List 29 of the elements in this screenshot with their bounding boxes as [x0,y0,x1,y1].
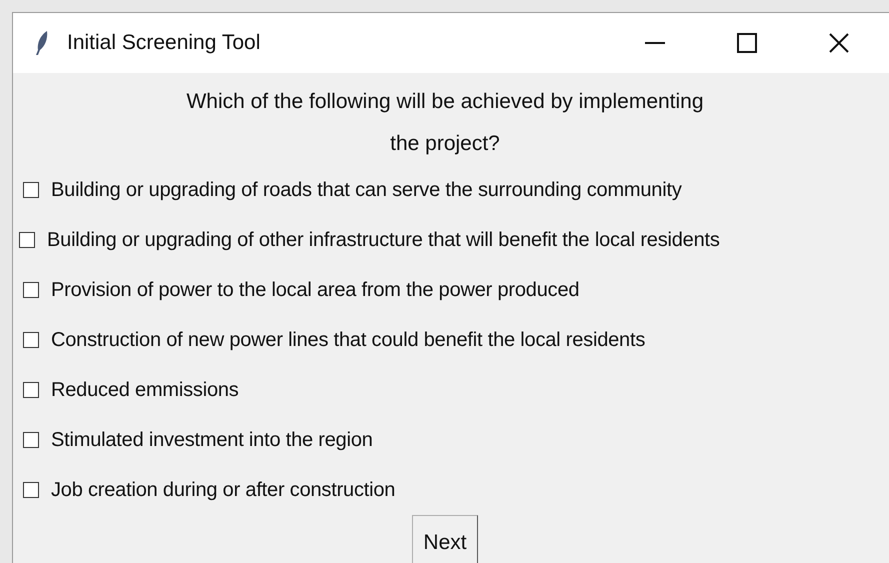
checkbox[interactable] [23,332,39,348]
option-checkbox[interactable]: Job creation during or after construction [13,465,889,515]
checkbox[interactable] [23,482,39,498]
option-checkbox[interactable]: Provision of power to the local area from the power produced [13,265,889,315]
option-label: Construction of new power lines that could benefit the local residents [51,328,646,353]
next-button[interactable]: Next [412,515,478,563]
option-checkbox[interactable]: Building or upgrading of roads that can serve the surrounding community [13,165,889,215]
option-checkbox[interactable]: Building or upgrading of other infrastructure that will benefit the local residents [13,215,889,265]
checkbox[interactable] [19,232,35,248]
option-label: Provision of power to the local area from the power produced [51,278,580,303]
checkbox[interactable] [23,282,39,298]
option-label: Building or upgrading of other infrastructure that will benefit the local residents [47,228,720,253]
option-label: Stimulated investment into the region [51,428,373,453]
option-checkbox[interactable]: Stimulated investment into the region [13,415,889,465]
maximize-icon [737,33,757,53]
close-icon [829,33,849,53]
option-checkbox[interactable]: Construction of new power lines that could benefit the local residents [13,315,889,365]
checkbox[interactable] [23,432,39,448]
option-label: Job creation during or after construction [51,478,396,503]
checkbox[interactable] [23,182,39,198]
option-label: Building or upgrading of roads that can serve the surrounding community [51,178,682,203]
question-text: Which of the following will be achieved by implementing [186,89,704,115]
window-title: Initial Screening Tool [67,30,260,56]
option-label: Reduced emmissions [51,378,239,403]
question-text: the project? [390,131,500,157]
option-checkbox[interactable]: Reduced emmissions [13,365,889,415]
checkbox[interactable] [23,382,39,398]
minimize-icon [645,42,665,44]
feather-icon [35,30,49,56]
